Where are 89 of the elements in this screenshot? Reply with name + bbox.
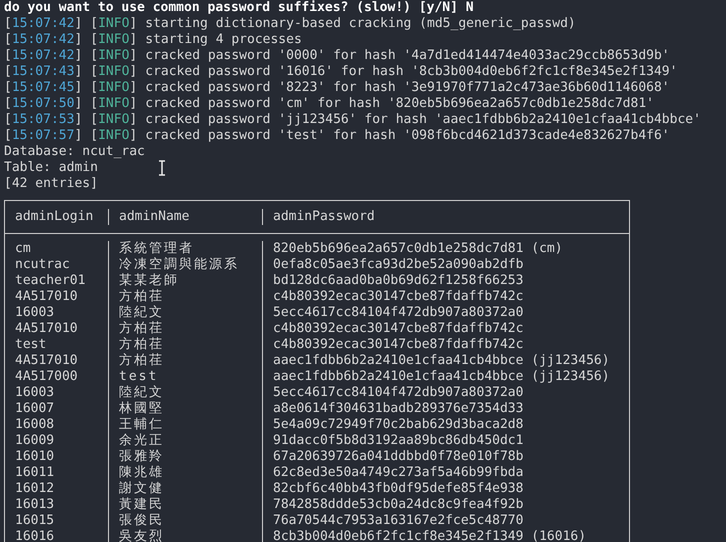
timestamp: [15:07:45]: [4, 80, 82, 96]
login-cell: 16012: [15, 481, 54, 496]
password-cell: 82cbf6c40bb43fb0df95defe85f4e938: [273, 481, 524, 496]
log-level: [INFO]: [90, 112, 138, 128]
timestamp: [15:07:42]: [4, 32, 82, 48]
name-cell: 吳友烈: [119, 529, 164, 542]
login-cell: teacher01: [15, 273, 86, 288]
login-cell: test: [15, 337, 46, 352]
password-cell: 76a70544c7953a163167e2fce5c48770: [273, 513, 524, 528]
name-cell: 黃建民: [119, 497, 164, 512]
login-cell: 4A517010: [15, 353, 78, 368]
timestamp: [15:07:57]: [4, 128, 82, 144]
password-cell: 0efa8c05ae3fca93d2be52a090ab2dfb: [273, 257, 524, 272]
password-cell: c4b80392ecac30147cbe87fdaffb742c: [273, 289, 524, 304]
prompt-text: do you want to use common password suffixes? (slow!) [y/N] N: [4, 0, 475, 16]
log-level: [INFO]: [90, 96, 138, 112]
log-level: [INFO]: [90, 80, 138, 96]
log-message: cracked password 'cm' for hash '820eb5b696ea2a657c0db1e258dc7d81': [145, 96, 654, 112]
password-cell: 62c8ed3e50a4749c273af5a46b99fbda: [273, 465, 524, 480]
log-message: cracked password '0000' for hash '4a7d1ed414474e4033ac29ccb8653d9b': [145, 48, 670, 64]
summary-text: [42 entries]: [4, 176, 98, 192]
name-cell: 張雅羚: [119, 449, 164, 464]
log-level: [INFO]: [90, 128, 138, 144]
login-cell: 16007: [15, 401, 54, 416]
column-header: adminPassword: [273, 209, 375, 224]
log-level: [INFO]: [90, 48, 138, 64]
log-level: [INFO]: [90, 32, 138, 48]
timestamp: [15:07:50]: [4, 96, 82, 112]
login-cell: 4A517000: [15, 369, 78, 384]
name-cell: 某某老師: [119, 273, 179, 288]
password-cell: a8e0614f304631badb289376e7354d33: [273, 401, 524, 416]
password-cell: bd128dc6aad0ba0b69d62f1258f66253: [273, 273, 524, 288]
name-cell: 陸紀文: [119, 385, 164, 400]
login-cell: 16015: [15, 513, 54, 528]
login-cell: 16016: [15, 529, 54, 542]
summary-text: Table: admin: [4, 160, 98, 176]
password-cell: 820eb5b696ea2a657c0db1e258dc7d81 (cm): [273, 241, 563, 256]
log-message: cracked password '8223' for hash '3e91970f771a2c473ae36b60d1146068': [145, 80, 670, 96]
timestamp: [15:07:42]: [4, 48, 82, 64]
name-cell: 方柏荏: [119, 353, 164, 368]
password-cell: c4b80392ecac30147cbe87fdaffb742c: [273, 337, 524, 352]
log-level: [INFO]: [90, 64, 138, 80]
password-cell: c4b80392ecac30147cbe87fdaffb742c: [273, 321, 524, 336]
name-cell: 方柏荏: [119, 337, 164, 352]
login-cell: 16003: [15, 305, 54, 320]
login-cell: 16008: [15, 417, 54, 432]
name-cell: 陸紀文: [119, 305, 164, 320]
log-message: starting 4 processes: [145, 32, 302, 48]
password-cell: 5e4a09c72949f70c2bab629d3baca2d8: [273, 417, 524, 432]
timestamp: [15:07:53]: [4, 112, 82, 128]
login-cell: 16011: [15, 465, 54, 480]
name-cell: 謝文健: [119, 481, 164, 496]
password-cell: 7842858ddde53cb0a24dc8c9fea4f92b: [273, 497, 524, 512]
name-cell: 方柏荏: [119, 289, 164, 304]
name-cell: 林國堅: [119, 401, 164, 416]
password-cell: 5ecc4617cc84104f472db907a80372a0: [273, 305, 524, 320]
text-cursor-icon: [158, 160, 166, 176]
name-cell: 王輔仁: [119, 417, 164, 432]
name-cell: 冷凍空調與能源系: [119, 257, 239, 272]
password-cell: 8cb3b004d0eb6f2fc1cf8e345e2f1349 (16016): [273, 529, 586, 542]
login-cell: ncutrac: [15, 257, 70, 272]
name-cell: 陳兆雄: [119, 465, 164, 480]
login-cell: cm: [15, 241, 31, 256]
password-cell: 91dacc0f5b8d3192aa89bc86db450dc1: [273, 433, 524, 448]
log-message: cracked password 'jj123456' for hash 'aaec1fdbb6b2a2410e1cfaa41cb4bbce': [145, 112, 701, 128]
login-cell: 16010: [15, 449, 54, 464]
password-cell: aaec1fdbb6b2a2410e1cfaa41cb4bbce (jj123456): [273, 353, 610, 368]
name-cell: 系統管理者: [119, 241, 194, 256]
login-cell: 16013: [15, 497, 54, 512]
name-cell: 方柏荏: [119, 321, 164, 336]
timestamp: [15:07:42]: [4, 16, 82, 32]
login-cell: 16003: [15, 385, 54, 400]
login-cell: 16009: [15, 433, 54, 448]
name-cell: 張俊民: [119, 513, 164, 528]
password-cell: 5ecc4617cc84104f472db907a80372a0: [273, 385, 524, 400]
login-cell: 4A517010: [15, 289, 78, 304]
name-cell: 余光正: [119, 433, 164, 448]
log-message: starting dictionary-based cracking (md5_generic_passwd): [145, 16, 576, 32]
password-cell: aaec1fdbb6b2a2410e1cfaa41cb4bbce (jj123456): [273, 369, 610, 384]
summary-text: Database: ncut_rac: [4, 144, 145, 160]
timestamp: [15:07:43]: [4, 64, 82, 80]
login-cell: 4A517010: [15, 321, 78, 336]
log-message: cracked password '16016' for hash '8cb3b004d0eb6f2fc1cf8e345e2f1349': [145, 64, 678, 80]
password-cell: 67a20639726a041ddbbd0f78e010f78b: [273, 449, 524, 464]
name-cell: test: [119, 369, 158, 384]
log-message: cracked password 'test' for hash '098f6bcd4621d373cade4e832627b4f6': [145, 128, 670, 144]
column-header: adminName: [119, 209, 190, 224]
log-level: [INFO]: [90, 16, 138, 32]
column-header: adminLogin: [15, 209, 94, 224]
